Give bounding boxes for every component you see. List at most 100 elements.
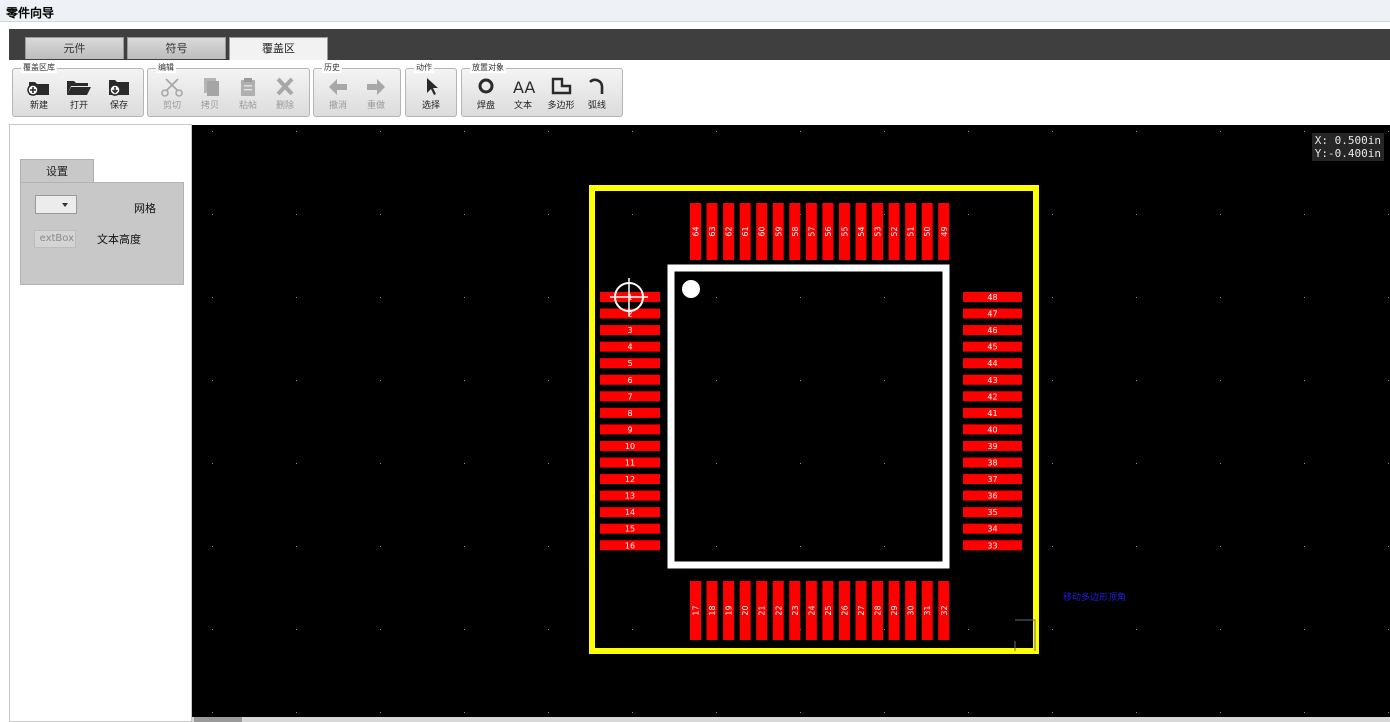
pad[interactable]: 17 — [690, 581, 701, 640]
pad[interactable]: 53 — [872, 203, 884, 260]
pad[interactable]: 41 — [963, 407, 1022, 418]
polygon-icon — [551, 77, 572, 95]
pad[interactable]: 15 — [600, 523, 660, 534]
pad[interactable]: 5 — [600, 358, 660, 369]
pad[interactable]: 38 — [963, 457, 1022, 468]
pad[interactable]: 60 — [756, 203, 768, 260]
pad[interactable]: 14 — [600, 507, 660, 518]
pad[interactable]: 47 — [963, 308, 1022, 319]
pad[interactable]: 49 — [938, 203, 950, 260]
grid-dot — [212, 380, 213, 381]
pad[interactable]: 40 — [963, 424, 1022, 435]
grid-dot — [716, 380, 717, 381]
pad[interactable]: 33 — [963, 540, 1022, 551]
footprint-canvas[interactable]: 64 63 62 61 60 59 58 57 56 55 54 53 52 51 50 49 17 18 19 20… — [192, 125, 1390, 717]
paste-button[interactable]: 粘帖 — [231, 77, 265, 115]
pad[interactable]: 6 — [600, 374, 660, 385]
pad[interactable]: 25 — [822, 581, 834, 640]
delete-button[interactable]: 删除 — [268, 77, 302, 115]
pad[interactable]: 64 — [690, 203, 701, 260]
grid-dot — [1052, 712, 1053, 713]
pad[interactable]: 23 — [789, 581, 801, 640]
grid-dot — [1136, 214, 1137, 215]
place-objects-group-label: 放置对象 — [470, 63, 506, 73]
save-button[interactable]: 保存 — [102, 77, 136, 115]
pad[interactable]: 11 — [600, 457, 660, 468]
polygon-button[interactable]: 多边形 — [544, 77, 578, 115]
pad-number: 15 — [625, 525, 635, 534]
pad[interactable]: 10 — [600, 440, 660, 451]
pad[interactable]: 61 — [739, 203, 751, 260]
horizontal-scrollbar[interactable] — [192, 717, 1390, 722]
new-button[interactable]: 新建 — [22, 77, 56, 115]
open-button[interactable]: 打开 — [62, 77, 96, 115]
pad[interactable]: 8 — [600, 407, 660, 418]
pad[interactable]: 55 — [838, 203, 850, 260]
tab-component[interactable]: 元件 — [25, 37, 124, 59]
pad[interactable]: 56 — [822, 203, 834, 260]
pad[interactable]: 29 — [888, 581, 900, 640]
pad[interactable]: 19 — [723, 581, 735, 640]
pad[interactable]: 22 — [772, 581, 784, 640]
pad[interactable]: 62 — [723, 203, 735, 260]
pad[interactable]: 7 — [600, 391, 660, 402]
grid-dot — [884, 463, 885, 464]
pad[interactable]: 58 — [789, 203, 801, 260]
pad[interactable]: 4 — [600, 341, 660, 352]
pad[interactable]: 30 — [905, 581, 917, 640]
cut-button[interactable]: 剪切 — [155, 77, 189, 115]
tab-footprint[interactable]: 覆盖区 — [229, 37, 328, 60]
grid-dot — [968, 131, 969, 132]
pad[interactable]: 16 — [600, 540, 660, 551]
pad[interactable]: 37 — [963, 474, 1022, 485]
select-button[interactable]: 选择 — [414, 77, 448, 115]
pad[interactable]: 46 — [963, 325, 1022, 336]
grid-dot — [1052, 380, 1053, 381]
pad[interactable]: 51 — [905, 203, 917, 260]
settings-tab[interactable]: 设置 — [20, 159, 94, 183]
pad-number: 5 — [627, 359, 632, 368]
footprint-drawing[interactable]: 64 63 62 61 60 59 58 57 56 55 54 53 52 51 50 4917 18 19 20… — [192, 125, 1390, 717]
pad[interactable]: 39 — [963, 440, 1022, 451]
pad[interactable]: 24 — [805, 581, 817, 640]
pad[interactable]: 44 — [963, 358, 1022, 369]
pad[interactable]: 63 — [706, 203, 718, 260]
pad[interactable]: 9 — [600, 424, 660, 435]
pad[interactable]: 57 — [805, 203, 817, 260]
pad[interactable]: 50 — [921, 203, 933, 260]
pad-button[interactable]: 焊盘 — [469, 77, 503, 115]
grid-select[interactable] — [35, 195, 77, 214]
pad[interactable]: 26 — [838, 581, 850, 640]
pad[interactable]: 31 — [921, 581, 933, 640]
pad[interactable]: 28 — [872, 581, 884, 640]
pad[interactable]: 12 — [600, 474, 660, 485]
pad[interactable]: 18 — [706, 581, 718, 640]
tab-symbol[interactable]: 符号 — [127, 37, 226, 59]
pad[interactable]: 48 — [963, 292, 1022, 302]
undo-button[interactable]: 撤消 — [321, 77, 355, 115]
pad[interactable]: 20 — [739, 581, 751, 640]
copy-button[interactable]: 拷贝 — [193, 77, 227, 115]
pad[interactable]: 27 — [855, 581, 867, 640]
pad[interactable]: 21 — [756, 581, 768, 640]
text-button[interactable]: AA 文本 — [506, 77, 540, 115]
text-height-input[interactable]: extBox — [34, 230, 76, 248]
pad[interactable]: 35 — [963, 507, 1022, 518]
copy-icon — [204, 78, 219, 96]
scrollbar-thumb[interactable] — [194, 717, 242, 722]
pad[interactable]: 32 — [938, 581, 950, 640]
grid-dot — [800, 380, 801, 381]
pad[interactable]: 54 — [855, 203, 867, 260]
pad[interactable]: 43 — [963, 374, 1022, 385]
pad[interactable]: 45 — [963, 341, 1022, 352]
pad[interactable]: 59 — [772, 203, 784, 260]
pad[interactable]: 13 — [600, 490, 660, 501]
pad[interactable]: 36 — [963, 490, 1022, 501]
pad[interactable]: 52 — [888, 203, 900, 260]
arc-button[interactable]: 弧线 — [580, 77, 614, 115]
pad[interactable]: 42 — [963, 391, 1022, 402]
pad[interactable]: 3 — [600, 325, 660, 336]
redo-button[interactable]: 重做 — [359, 77, 393, 115]
place-objects-group: 放置对象 焊盘 AA 文本 多边形 弧线 — [461, 63, 623, 117]
pad[interactable]: 34 — [963, 523, 1022, 534]
